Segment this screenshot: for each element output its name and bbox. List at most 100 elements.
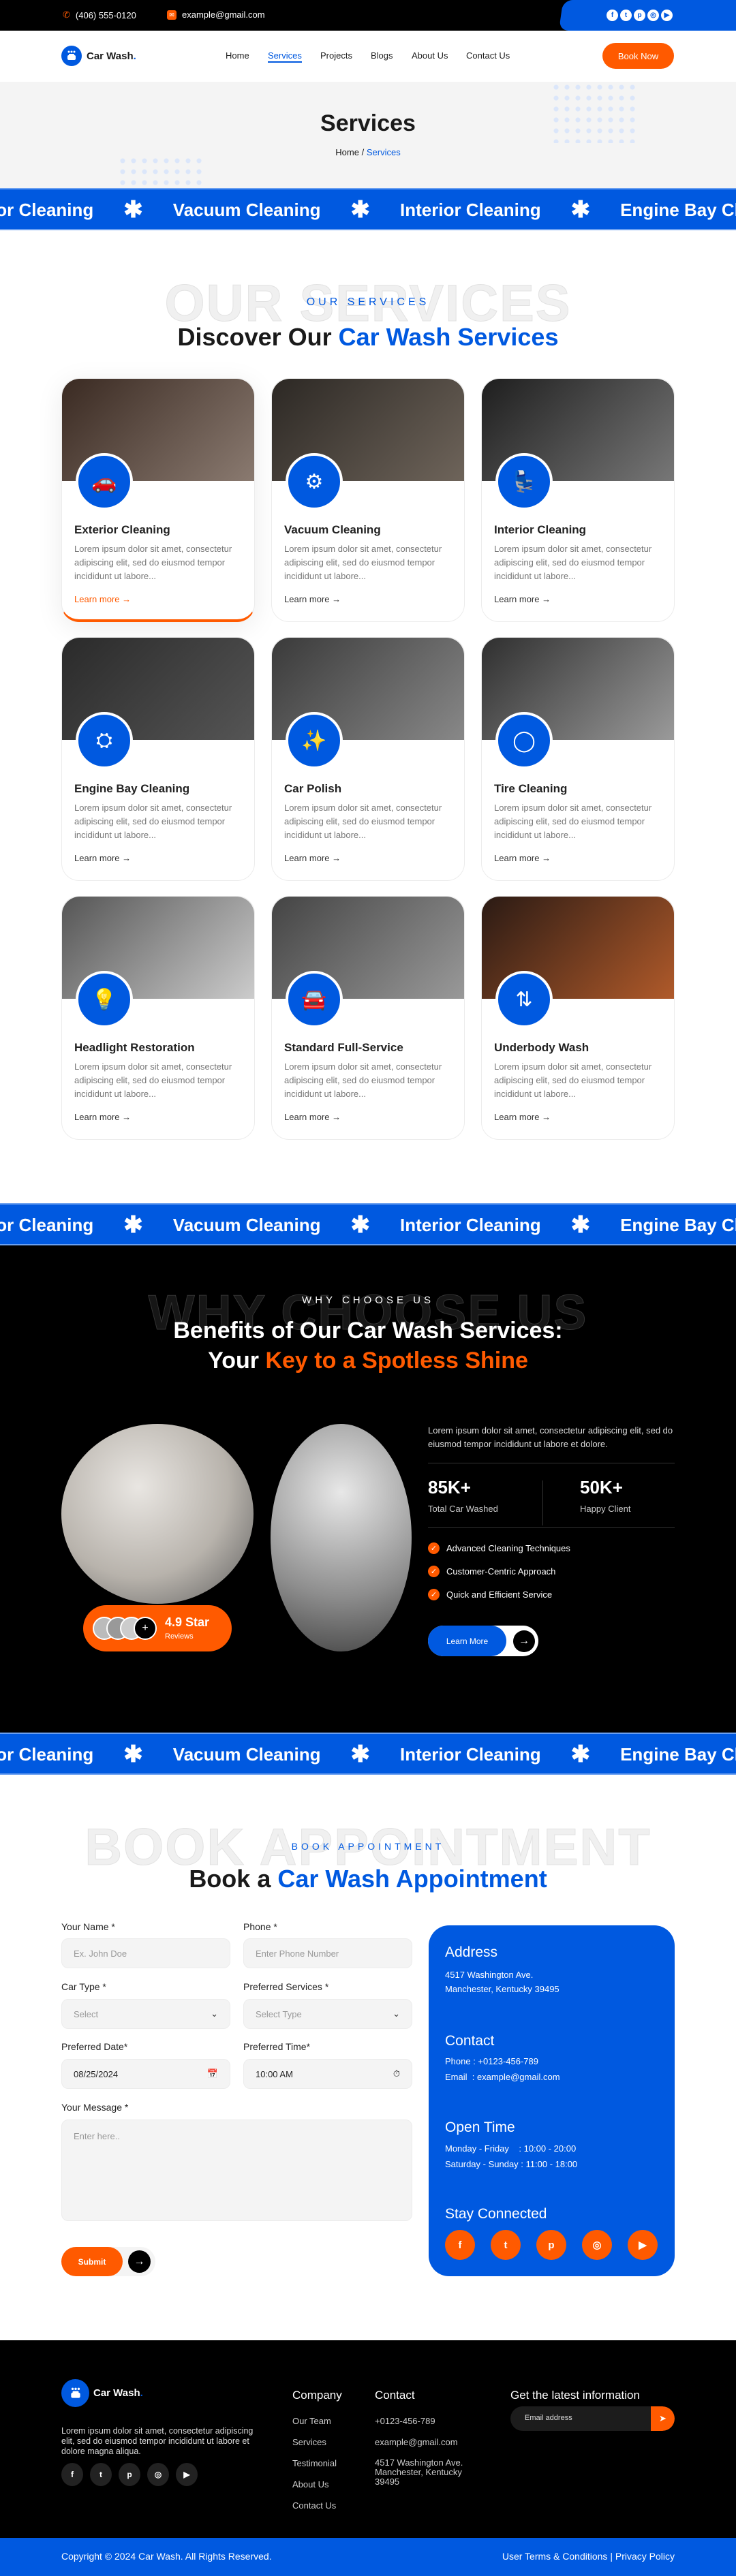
instagram-icon[interactable]: ◎: [582, 2230, 612, 2260]
learn-more-link[interactable]: Learn more →: [74, 594, 131, 604]
marquee-item: Engine Bay Cleaning: [620, 1214, 736, 1235]
footer-link[interactable]: Contact Us: [292, 2500, 336, 2511]
twitter-icon[interactable]: t: [491, 2230, 521, 2260]
learn-more-link[interactable]: Learn more →: [284, 1112, 341, 1122]
car-wash-icon: 🚗: [76, 453, 133, 510]
section-heading: Book a Car Wash Appointment: [189, 1865, 547, 1893]
footer-link[interactable]: Testimonial: [292, 2458, 337, 2468]
book-now-button[interactable]: Book Now: [602, 43, 674, 69]
nav-link-about-us[interactable]: About Us: [412, 50, 448, 61]
contact-phone[interactable]: Phone : +0123-456-789: [445, 2056, 538, 2066]
email-text: example@gmail.com: [182, 10, 265, 20]
topbar-phone[interactable]: ✆ (406) 555-0120: [63, 10, 136, 20]
time-input[interactable]: 10:00 AM ⏱: [243, 2059, 412, 2089]
divider: [428, 1527, 675, 1528]
learn-more-button[interactable]: Learn More →: [428, 1626, 538, 1656]
footer-link[interactable]: Services: [292, 2437, 326, 2447]
main-nav: Car Wash. Home Services Projects Blogs About…: [0, 31, 736, 82]
stopwatch-icon[interactable]: ⏱: [393, 2068, 400, 2079]
instagram-icon[interactable]: ◎: [647, 10, 659, 21]
learn-more-link[interactable]: Learn more →: [284, 853, 341, 863]
breadcrumb-home[interactable]: Home: [335, 147, 359, 157]
privacy-link[interactable]: Privacy Policy: [615, 2551, 675, 2562]
service-card[interactable]: ⚙ Vacuum Cleaning Lorem ipsum dolor sit …: [271, 378, 465, 622]
service-desc: Lorem ipsum dolor sit amet, consectetur …: [74, 803, 232, 840]
service-select[interactable]: Select Type ⌄: [243, 1999, 412, 2029]
learn-more-link[interactable]: Learn more →: [494, 594, 551, 604]
service-desc: Lorem ipsum dolor sit amet, consectetur …: [284, 803, 442, 840]
learn-more-link[interactable]: Learn more →: [494, 853, 551, 863]
chevron-down-icon: ⌄: [211, 2008, 218, 2019]
nav-link-projects[interactable]: Projects: [320, 50, 352, 61]
contact-email[interactable]: Email : example@gmail.com: [445, 2072, 560, 2082]
asterisk-icon: ✱: [570, 1741, 591, 1767]
check-icon: ✓: [428, 1542, 440, 1554]
footer-brand[interactable]: Car Wash.: [61, 2379, 143, 2407]
divider: [542, 1480, 543, 1525]
services-marquee: Exterior Cleaning ✱ Vacuum Cleaning ✱ Interi…: [0, 1733, 736, 1775]
nav-link-blogs[interactable]: Blogs: [371, 50, 393, 61]
service-desc: Lorem ipsum dolor sit amet, consectetur …: [284, 544, 442, 581]
service-title: Interior Cleaning: [494, 523, 587, 536]
youtube-icon[interactable]: ▶: [176, 2463, 198, 2486]
legal-links: User Terms & Conditions | Privacy Policy: [502, 2551, 675, 2562]
service-title: Engine Bay Cleaning: [74, 782, 190, 795]
topbar-email[interactable]: ✉ example@gmail.com: [167, 10, 265, 20]
address-line: Manchester, Kentucky 39495: [445, 1984, 559, 1994]
feature-item: ✓ Quick and Efficient Service: [428, 1589, 552, 1600]
name-label: Your Name *: [61, 1921, 115, 1932]
newsletter-email-input[interactable]: Email address: [525, 2414, 572, 2422]
message-label: Your Message *: [61, 2102, 129, 2113]
youtube-icon[interactable]: ▶: [661, 10, 673, 21]
facebook-icon[interactable]: f: [61, 2463, 83, 2486]
phone-input[interactable]: Enter Phone Number: [243, 1938, 412, 1968]
footer-link[interactable]: Our Team: [292, 2416, 331, 2426]
pinterest-icon[interactable]: p: [634, 10, 645, 21]
service-card[interactable]: 🚘 Standard Full-Service Lorem ipsum dolo…: [271, 896, 465, 1140]
learn-more-link[interactable]: Learn more →: [494, 1112, 551, 1122]
why-choose-us-section: WHY CHOOSE US WHY CHOOSE US Benefits of …: [0, 1245, 736, 1735]
message-textarea[interactable]: Enter here..: [61, 2120, 412, 2221]
footer-phone[interactable]: +0123-456-789: [375, 2416, 435, 2426]
facebook-icon[interactable]: f: [607, 10, 618, 21]
service-card[interactable]: 💺 Interior Cleaning Lorem ipsum dolor si…: [481, 378, 675, 622]
pinterest-icon[interactable]: p: [536, 2230, 566, 2260]
footer-email[interactable]: example@gmail.com: [375, 2437, 458, 2447]
pinterest-icon[interactable]: p: [119, 2463, 140, 2486]
service-card[interactable]: 🚗 Exterior Cleaning Lorem ipsum dolor si…: [61, 378, 255, 622]
plus-icon[interactable]: +: [134, 1617, 157, 1640]
date-input[interactable]: 08/25/2024 📅: [61, 2059, 230, 2089]
newsletter-heading: Get the latest information: [510, 2389, 640, 2402]
asterisk-icon: ✱: [123, 197, 143, 223]
service-card[interactable]: ⇅ Underbody Wash Lorem ipsum dolor sit a…: [481, 896, 675, 1140]
instagram-icon[interactable]: ◎: [147, 2463, 169, 2486]
learn-more-link[interactable]: Learn more →: [284, 594, 341, 604]
learn-more-link[interactable]: Learn more →: [74, 1112, 131, 1122]
calendar-icon[interactable]: 📅: [207, 2068, 218, 2079]
marquee-item: Exterior Cleaning: [0, 1214, 94, 1235]
brand-logo[interactable]: Car Wash.: [61, 46, 136, 66]
phone-label: Phone *: [243, 1921, 277, 1932]
contact-info-card: Address 4517 Washington Ave. Manchester,…: [429, 1925, 675, 2276]
send-icon[interactable]: ➤: [651, 2406, 675, 2431]
service-desc: Lorem ipsum dolor sit amet, consectetur …: [74, 544, 232, 581]
nav-link-home[interactable]: Home: [226, 50, 249, 61]
service-card[interactable]: ⛭ Engine Bay Cleaning Lorem ipsum dolor …: [61, 637, 255, 881]
nav-link-services[interactable]: Services: [268, 50, 302, 63]
nav-link-contact-us[interactable]: Contact Us: [466, 50, 510, 61]
footer-link[interactable]: About Us: [292, 2479, 328, 2489]
twitter-icon[interactable]: t: [620, 10, 632, 21]
twitter-icon[interactable]: t: [90, 2463, 112, 2486]
service-card[interactable]: 💡 Headlight Restoration Lorem ipsum dolo…: [61, 896, 255, 1140]
newsletter-form: Email address ➤: [510, 2406, 675, 2431]
learn-more-link[interactable]: Learn more →: [74, 853, 131, 863]
name-input[interactable]: Ex. John Doe: [61, 1938, 230, 1968]
youtube-icon[interactable]: ▶: [628, 2230, 658, 2260]
feature-item: ✓ Customer-Centric Approach: [428, 1566, 555, 1577]
car-type-select[interactable]: Select ⌄: [61, 1999, 230, 2029]
service-card[interactable]: ◯ Tire Cleaning Lorem ipsum dolor sit am…: [481, 637, 675, 881]
service-card[interactable]: ✨ Car Polish Lorem ipsum dolor sit amet,…: [271, 637, 465, 881]
submit-button[interactable]: Submit →: [61, 2247, 155, 2276]
facebook-icon[interactable]: f: [445, 2230, 475, 2260]
terms-link[interactable]: User Terms & Conditions: [502, 2551, 608, 2562]
